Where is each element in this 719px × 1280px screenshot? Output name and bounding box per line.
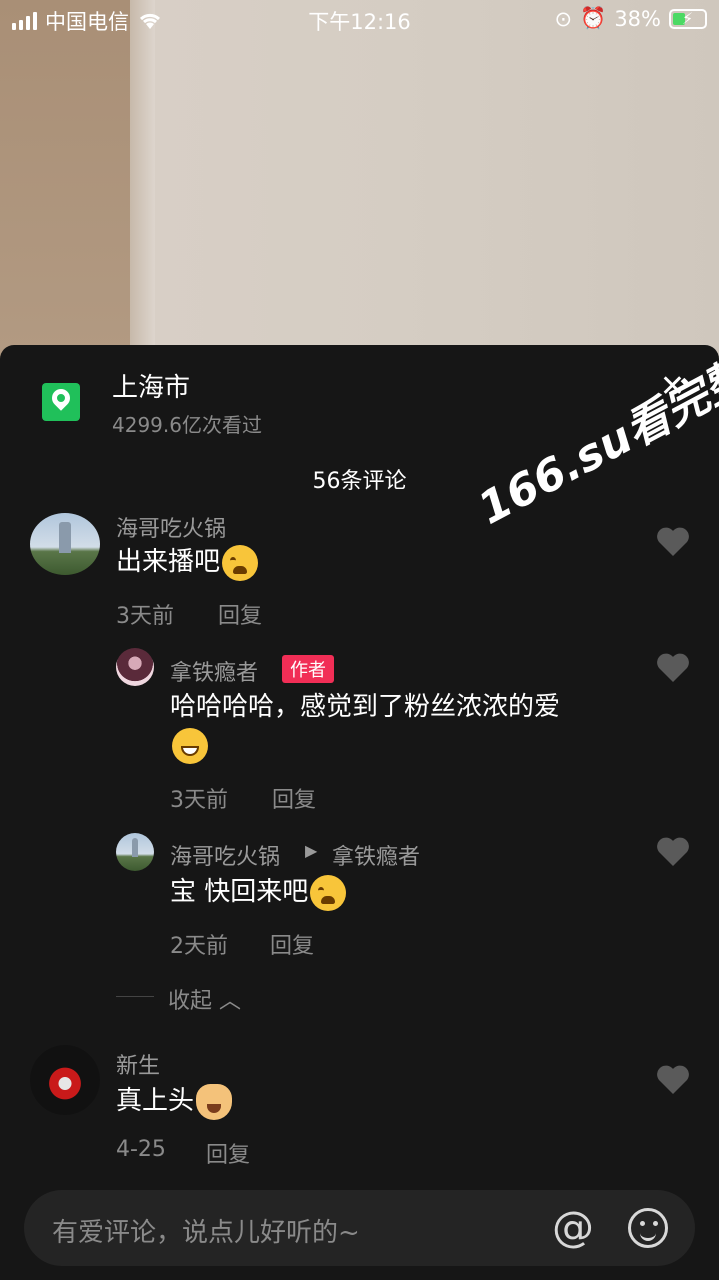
comment-text: 哈哈哈哈，感觉到了粉丝浓浓的爱 — [170, 688, 650, 764]
view-count: 4299.6亿次看过 — [112, 413, 262, 437]
comment-text: 真上头 — [116, 1082, 233, 1120]
comment-time: 4-25 — [116, 1137, 166, 1162]
like-heart-icon[interactable] — [656, 653, 690, 683]
reply-button[interactable]: 回复 — [218, 598, 262, 630]
comment-username[interactable]: 新生 — [116, 1048, 160, 1080]
status-bar: 中国电信 下午12:16 ⊙ ⏰ 38% ⚡ — [0, 0, 719, 40]
avatar[interactable] — [30, 1045, 100, 1115]
reply-to-username[interactable]: 拿铁瘾者 — [332, 839, 420, 871]
battery-icon: ⚡ — [669, 8, 707, 29]
divider — [116, 996, 154, 997]
comment-username[interactable]: 海哥吃火锅 — [170, 839, 280, 871]
avatar[interactable] — [30, 513, 100, 575]
like-heart-icon[interactable] — [656, 527, 690, 557]
location-title[interactable]: 上海市 — [112, 367, 190, 404]
comment-time: 3天前 — [116, 604, 174, 629]
comment-username[interactable]: 海哥吃火锅 — [116, 511, 226, 543]
chevron-up-icon: ︿ — [212, 989, 242, 1014]
reply-arrow-icon: ▶ — [305, 841, 318, 860]
grinning-emoji-icon — [172, 727, 208, 764]
video-background — [0, 0, 719, 360]
crying-emoji-icon — [222, 544, 259, 581]
like-heart-icon[interactable] — [656, 837, 690, 867]
like-heart-icon[interactable] — [656, 1065, 690, 1095]
dog-emoji-icon — [196, 1083, 233, 1120]
rotation-lock-icon: ⊙ — [554, 6, 573, 31]
comment-time: 2天前 — [170, 934, 228, 959]
avatar[interactable] — [116, 833, 154, 871]
reply-button[interactable]: 回复 — [272, 782, 316, 814]
battery-percent: 38% — [614, 6, 661, 31]
alarm-icon: ⏰ — [580, 6, 607, 30]
crying-emoji-icon — [310, 874, 347, 911]
comment-text: 宝 快回来吧 — [170, 873, 347, 911]
comment-input[interactable]: 有爱评论，说点儿好听的~ @ — [24, 1190, 695, 1266]
comment-input-bar: 有爱评论，说点儿好听的~ @ — [0, 1176, 719, 1280]
reply-button[interactable]: 回复 — [270, 928, 314, 960]
author-badge: 作者 — [282, 655, 334, 683]
input-placeholder: 有爱评论，说点儿好听的~ — [52, 1218, 360, 1248]
emoji-picker-icon[interactable] — [628, 1208, 668, 1248]
location-pin-icon — [42, 383, 80, 421]
comment-text: 出来播吧 — [116, 543, 259, 581]
collapse-replies-button[interactable]: 收起 ︿ — [168, 983, 241, 1015]
avatar[interactable] — [116, 648, 154, 686]
at-mention-icon[interactable]: @ — [552, 1202, 594, 1251]
reply-button[interactable]: 回复 — [206, 1137, 250, 1169]
comment-sheet: 上海市 4299.6亿次看过 ✕ 56条评论 海哥吃火锅 出来播吧 3天前 回复… — [0, 345, 719, 1280]
comment-username[interactable]: 拿铁瘾者 — [170, 655, 258, 687]
comment-time: 3天前 — [170, 788, 228, 813]
